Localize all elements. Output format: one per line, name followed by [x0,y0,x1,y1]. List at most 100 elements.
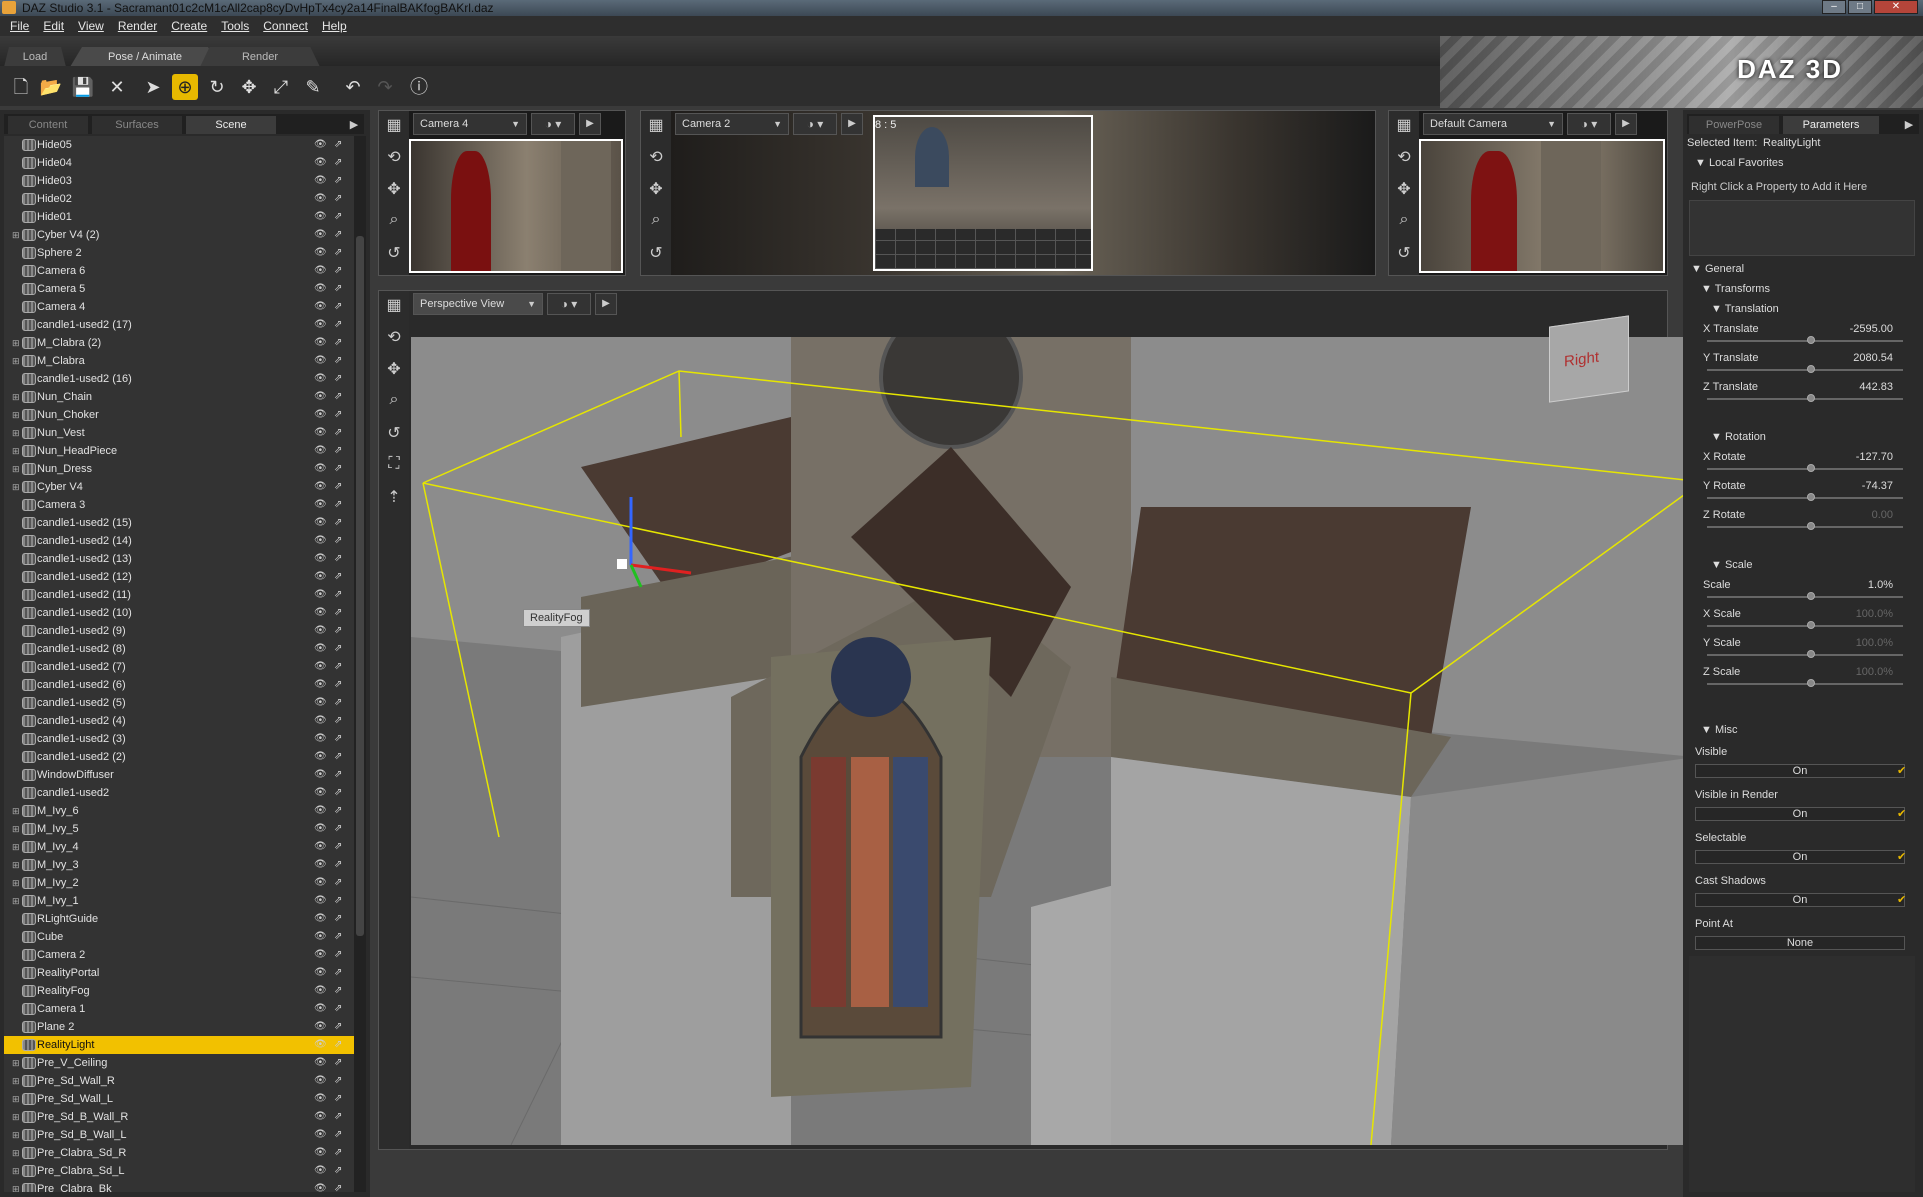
scene-node[interactable]: candle1-used2 (12) 👁 ⇗ [4,568,354,586]
z-rotate-value[interactable]: 0.00 [1813,509,1893,521]
scene-node[interactable]: Hide03 👁 ⇗ [4,172,354,190]
scene-node[interactable]: RLightGuide 👁 ⇗ [4,910,354,928]
scene-node[interactable]: ⊞ Pre_Clabra_Sd_R 👁 ⇗ [4,1144,354,1162]
visibility-eye-icon[interactable]: 👁 [314,154,327,172]
scene-node[interactable]: Camera 4 👁 ⇗ [4,298,354,316]
menu-render[interactable]: Render [112,19,163,33]
panel-menu-arrow-icon[interactable]: ▶ [346,116,362,134]
slider-track[interactable] [1707,340,1903,342]
scene-node[interactable]: ⊞ Nun_Vest 👁 ⇗ [4,424,354,442]
visibility-eye-icon[interactable]: 👁 [314,208,327,226]
expand-icon[interactable]: ⊞ [12,352,22,370]
main-viewport-menu-arrow-icon[interactable]: ▶ [595,293,617,315]
visibility-eye-icon[interactable]: 👁 [314,1108,327,1126]
selectable-arrow-icon[interactable]: ⇗ [334,712,342,730]
tab-content[interactable]: Content [8,116,88,134]
misc-header[interactable]: ▼ Misc [1701,724,1738,736]
selectable-arrow-icon[interactable]: ⇗ [334,874,342,892]
selectable-arrow-icon[interactable]: ⇗ [334,892,342,910]
scene-node[interactable]: candle1-used2 (2) 👁 ⇗ [4,748,354,766]
visibility-eye-icon[interactable]: 👁 [314,748,327,766]
tab-render[interactable]: Render [200,47,320,67]
expand-icon[interactable]: ⊞ [12,1108,22,1126]
visibility-eye-icon[interactable]: 👁 [314,478,327,496]
expand-icon[interactable]: ⊞ [12,1126,22,1144]
selectable-arrow-icon[interactable]: ⇗ [334,424,342,442]
visibility-eye-icon[interactable]: 👁 [314,424,327,442]
redo-icon[interactable]: ↷ [372,74,398,100]
menu-create[interactable]: Create [165,19,213,33]
selectable-arrow-icon[interactable]: ⇗ [334,406,342,424]
selectable-arrow-icon[interactable]: ⇗ [334,784,342,802]
menu-view[interactable]: View [72,19,110,33]
orbit-icon[interactable]: ⟲ [383,327,405,349]
slider-knob[interactable] [1807,592,1815,600]
tab-surfaces[interactable]: Surfaces [92,116,182,134]
selectable-arrow-icon[interactable]: ⇗ [334,1144,342,1162]
visibility-eye-icon[interactable]: 👁 [314,244,327,262]
visibility-eye-icon[interactable]: 👁 [314,172,327,190]
selectable-arrow-icon[interactable]: ⇗ [334,1108,342,1126]
view-cube[interactable]: Right [1549,315,1629,403]
visibility-eye-icon[interactable]: 👁 [314,658,327,676]
expand-icon[interactable]: ⊞ [12,874,22,892]
visibility-eye-icon[interactable]: 👁 [314,712,327,730]
selectable-arrow-icon[interactable]: ⇗ [334,856,342,874]
visibility-eye-icon[interactable]: 👁 [314,352,327,370]
slider-track[interactable] [1707,526,1903,528]
visibility-eye-icon[interactable]: 👁 [314,496,327,514]
scene-node[interactable]: ⊞ Cyber V4 👁 ⇗ [4,478,354,496]
selectable-arrow-icon[interactable]: ⇗ [334,262,342,280]
visibility-eye-icon[interactable]: 👁 [314,730,327,748]
roll-icon[interactable]: ↺ [1393,243,1415,265]
draw-style-dropdown-3[interactable]: ◑ ▾ [1567,113,1611,135]
viewport-perspective[interactable]: ▦ ⟲ ✥ ⌕ ↺ ⛶ ⇡ Right RealityFog Perspecti… [378,290,1695,1150]
selectable-arrow-icon[interactable]: ⇗ [334,1180,342,1192]
selectable-arrow-icon[interactable]: ⇗ [334,352,342,370]
menu-help[interactable]: Help [316,19,353,33]
visibility-eye-icon[interactable]: 👁 [314,280,327,298]
scene-node[interactable]: Hide02 👁 ⇗ [4,190,354,208]
universal-tool-icon[interactable]: ⊕ [172,74,198,100]
visibility-eye-icon[interactable]: 👁 [314,784,327,802]
new-file-icon[interactable]: 🗋 [8,74,34,100]
delete-icon[interactable]: ✕ [104,74,130,100]
y-scale-value[interactable]: 100.0% [1813,637,1893,649]
visibility-eye-icon[interactable]: 👁 [314,1072,327,1090]
scene-node[interactable]: ⊞ Pre_Sd_Wall_L 👁 ⇗ [4,1090,354,1108]
visibility-eye-icon[interactable]: 👁 [314,982,327,1000]
viewport-default-camera[interactable]: ▦ ⟲ ✥ ⌕ ↺ Default Camera ▼ ◑ ▾ ▶ [1388,110,1668,276]
scene-node[interactable]: ⊞ Nun_Choker 👁 ⇗ [4,406,354,424]
visibility-eye-icon[interactable]: 👁 [314,532,327,550]
scene-node[interactable]: ⊞ Nun_Chain 👁 ⇗ [4,388,354,406]
scene-node[interactable]: Camera 5 👁 ⇗ [4,280,354,298]
selectable-arrow-icon[interactable]: ⇗ [334,280,342,298]
checkmark-icon[interactable]: ✔ [1897,807,1906,820]
slider-knob[interactable] [1807,493,1815,501]
scene-node[interactable]: RealityPortal 👁 ⇗ [4,964,354,982]
scene-node[interactable]: WindowDiffuser 👁 ⇗ [4,766,354,784]
zoom-icon[interactable]: ⌕ [645,211,667,233]
visibility-eye-icon[interactable]: 👁 [314,190,327,208]
roll-icon[interactable]: ↺ [645,243,667,265]
selectable-arrow-icon[interactable]: ⇗ [334,208,342,226]
slider-knob[interactable] [1807,464,1815,472]
panel-menu-arrow-icon[interactable]: ▶ [1901,116,1917,134]
expand-icon[interactable]: ⊞ [12,406,22,424]
scene-node[interactable]: candle1-used2 (9) 👁 ⇗ [4,622,354,640]
selectable-arrow-icon[interactable]: ⇗ [334,190,342,208]
zoom-icon[interactable]: ⌕ [383,211,405,233]
visibility-eye-icon[interactable]: 👁 [314,1144,327,1162]
selectable-arrow-icon[interactable]: ⇗ [334,1162,342,1180]
visibility-eye-icon[interactable]: 👁 [314,514,327,532]
viewport-camera-4[interactable]: ▦ ⟲ ✥ ⌕ ↺ Camera 4 ▼ ◑ ▾ ▶ [378,110,626,276]
menu-file[interactable]: File [4,19,35,33]
selectable-arrow-icon[interactable]: ⇗ [334,244,342,262]
expand-icon[interactable]: ⊞ [12,478,22,496]
scene-node[interactable]: RealityLight 👁 ⇗ [4,1036,354,1054]
expand-icon[interactable]: ⊞ [12,388,22,406]
orbit-icon[interactable]: ⟲ [383,147,405,169]
visible-field[interactable]: On [1695,764,1905,778]
camera-dropdown-3[interactable]: Default Camera ▼ [1423,113,1563,135]
scene-node[interactable]: Hide05 👁 ⇗ [4,136,354,154]
